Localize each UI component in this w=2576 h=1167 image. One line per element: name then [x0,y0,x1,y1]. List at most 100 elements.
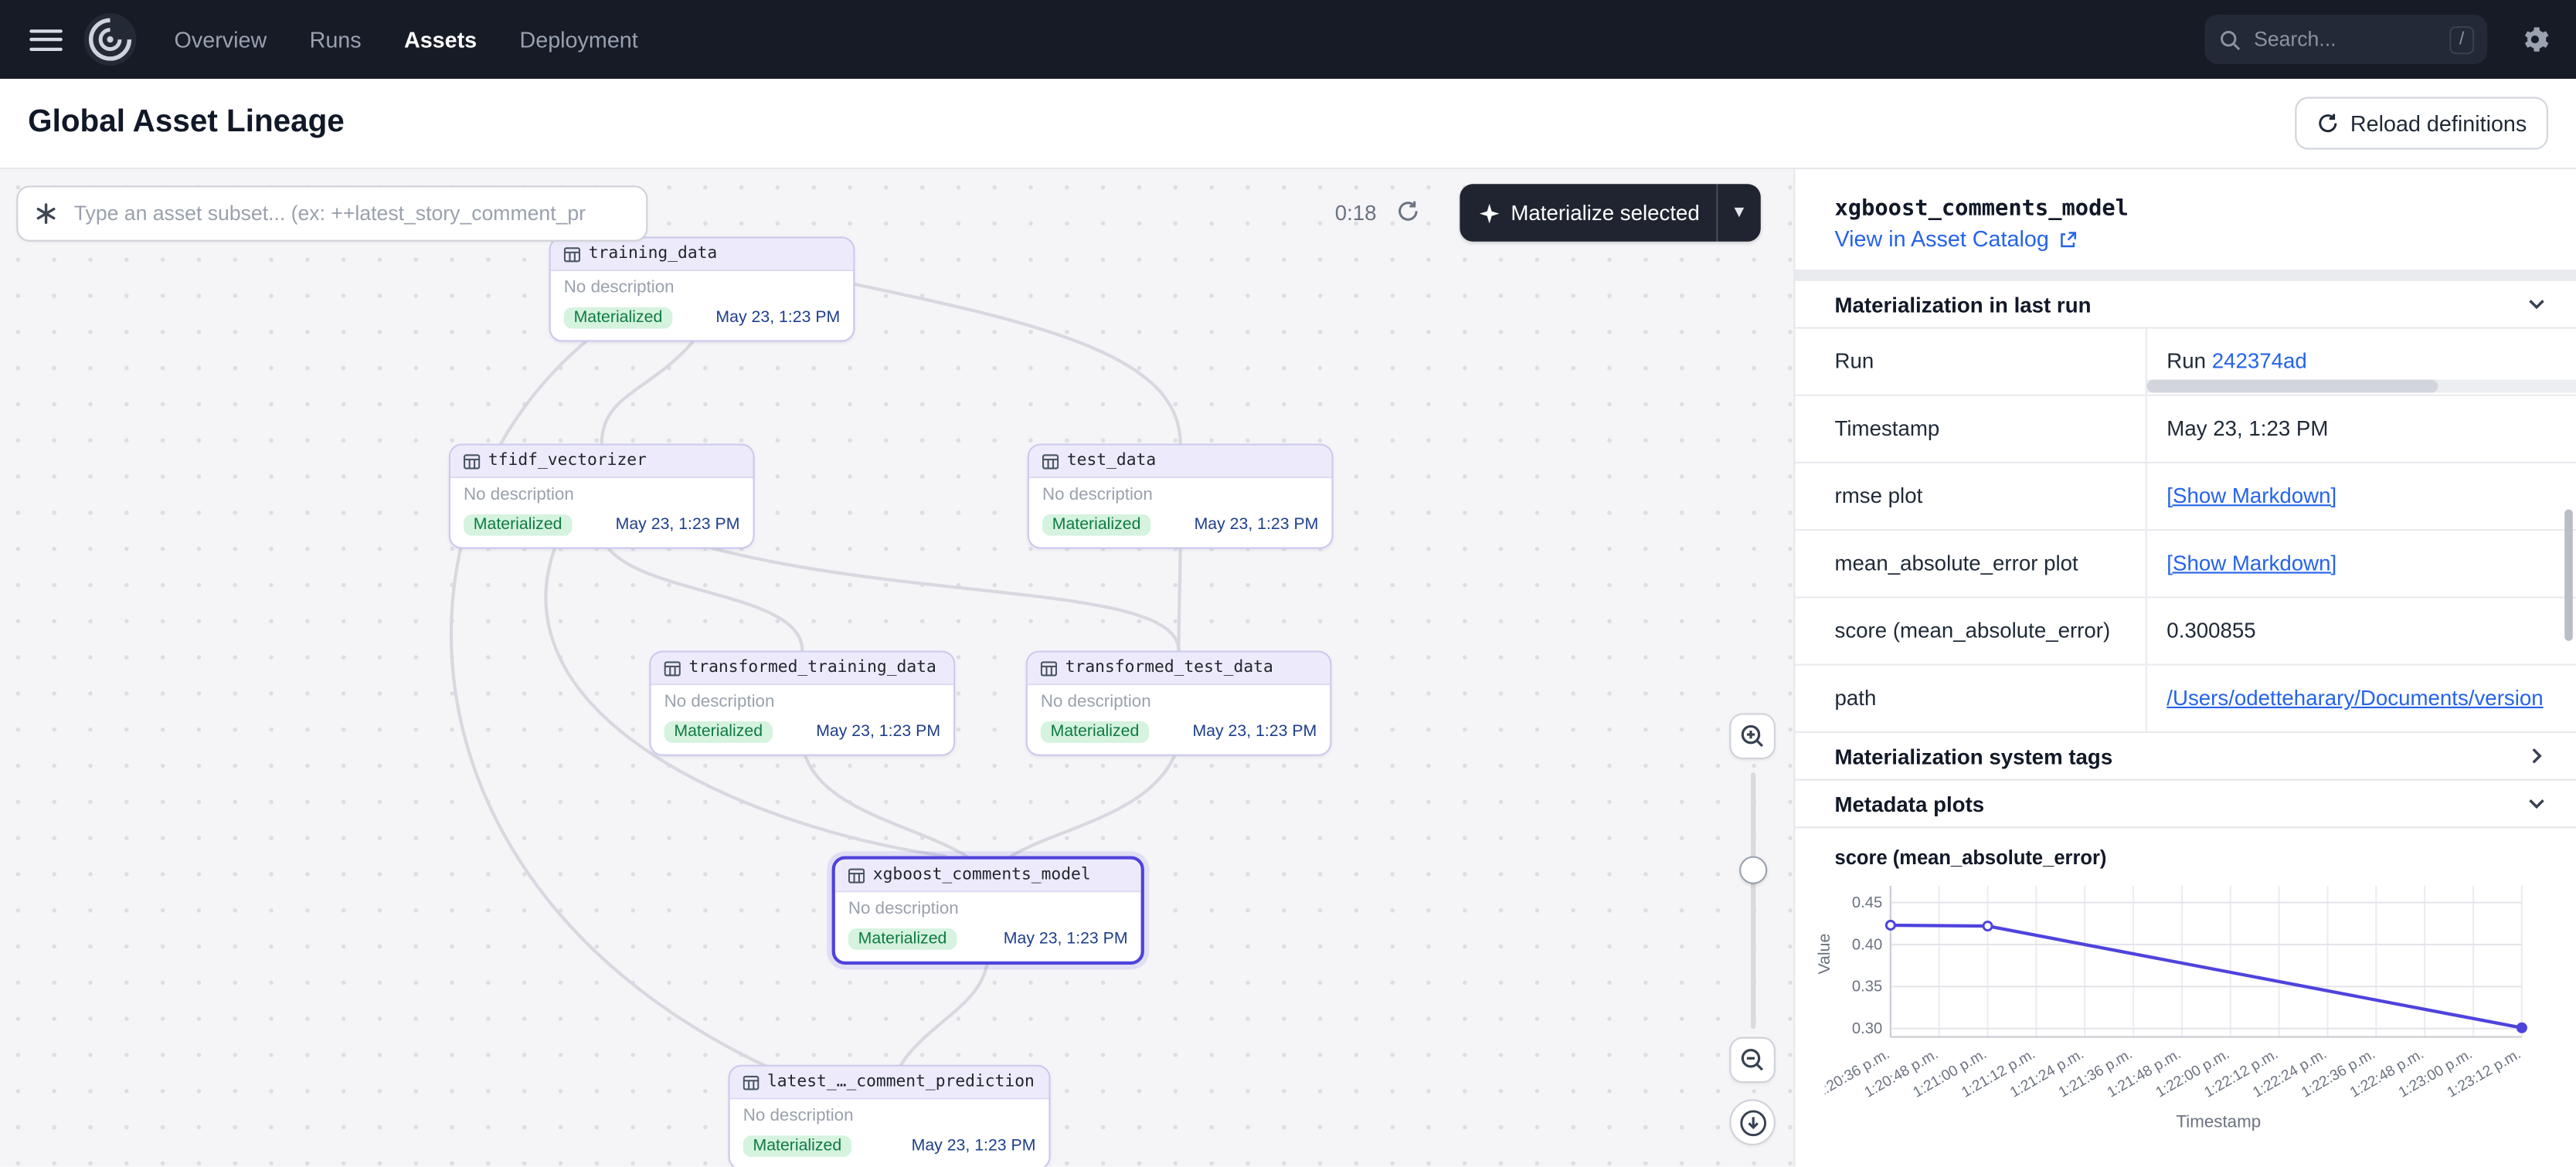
table-row: Run Run 242374ad [1795,329,2576,396]
materialized-badge: Materialized [464,514,572,536]
path-link[interactable]: /Users/odetteharary/Documents/version [2166,685,2543,710]
row-key: path [1795,666,2146,731]
asset-node-transformed-test-data[interactable]: transformed_test_data No description Mat… [1026,651,1332,756]
table-icon [743,1074,760,1090]
asset-node-test-data[interactable]: test_data No description MaterializedMay… [1028,443,1334,548]
zoom-in-icon [1739,723,1765,749]
menu-icon[interactable] [29,29,63,50]
section-materialization-system-tags[interactable]: Materialization system tags [1795,733,2576,781]
row-key: mean_absolute_error plot [1795,531,2146,596]
asset-name: tfidf_vectorizer [488,452,647,470]
zoom-slider-handle[interactable] [1739,857,1767,884]
asset-subset-input[interactable] [70,201,629,227]
refresh-icon [2316,112,2339,135]
catalog-link-label: View in Asset Catalog [1835,227,2049,252]
panel-vscrollbar[interactable] [2564,510,2573,641]
panel-scrollbar-strip[interactable] [1795,270,2576,281]
asset-name: training_data [589,245,718,263]
lineage-edge [901,953,988,1065]
section-label: Metadata plots [1835,791,1985,816]
metadata-hscrollbar[interactable] [2147,379,2576,392]
materialized-badge: Materialized [1041,721,1149,743]
table-row: score (mean_absolute_error) 0.300855 [1795,598,2576,665]
materialize-selected-label: Materialize selected [1499,201,1716,226]
materialized-timestamp: May 23, 1:23 PM [912,1137,1036,1155]
asset-description: No description [551,271,853,300]
show-markdown-link[interactable]: [Show Markdown] [2166,551,2336,575]
nav-assets[interactable]: Assets [404,27,477,52]
zoom-out-button[interactable] [1729,1037,1776,1084]
search-icon [2219,29,2241,50]
asset-node-xgboost-comments-model[interactable]: xgboost_comments_model No description Ma… [832,857,1144,965]
section-materialization-last-run[interactable]: Materialization in last run [1795,281,2576,329]
materialized-timestamp: May 23, 1:23 PM [616,516,740,534]
top-nav: Overview Runs Assets Deployment / [0,0,2576,79]
graph-refresh-icon[interactable] [1395,198,1420,223]
asset-subset-filter[interactable] [16,185,647,241]
materialized-timestamp: May 23, 1:23 PM [1195,516,1319,534]
chart-ylabel: Value [1816,934,1834,975]
lineage-edge [1011,745,1179,857]
metric-line-chart: 0.300.350.400.451:20:36 p.m.1:20:48 p.m.… [1825,873,2532,1152]
table-icon [464,453,480,469]
svg-text:0.40: 0.40 [1852,936,1882,953]
table-icon [564,246,580,262]
materialize-dropdown-caret[interactable]: ▼ [1718,204,1760,222]
lineage-edge [602,538,803,651]
dagster-logo-icon [82,12,138,67]
materialized-badge: Materialized [564,307,672,329]
metadata-hscrollbar-thumb[interactable] [2147,379,2439,392]
zoom-in-button[interactable] [1729,713,1776,759]
section-label: Materialization system tags [1835,744,2113,768]
global-search[interactable]: / [2204,15,2487,64]
sparkle-icon [1460,203,1499,223]
materialized-timestamp: May 23, 1:23 PM [715,309,840,327]
panel-asset-title: xgboost_comments_model [1835,195,2537,222]
metric-chart-wrap: Value 0.300.350.400.451:20:36 p.m.1:20:4… [1825,873,2567,1152]
recenter-graph-button[interactable] [1729,1099,1776,1145]
show-markdown-link[interactable]: [Show Markdown] [2166,483,2336,508]
table-row: path /Users/odetteharary/Documents/versi… [1795,666,2576,733]
lineage-graph[interactable]: 0:18 Materialize selected ▼ training_dat… [0,169,1793,1167]
asset-node-latest-comment-predictions[interactable]: latest_…_comment_predictions No descript… [729,1065,1051,1167]
row-key: score (mean_absolute_error) [1795,598,2146,663]
nav-overview[interactable]: Overview [175,27,267,52]
row-value: [Show Markdown] [2147,531,2576,596]
nav-runs[interactable]: Runs [310,27,362,52]
lineage-edge [802,745,967,857]
svg-text:0.45: 0.45 [1852,894,1882,911]
materialized-badge: Materialized [743,1135,851,1157]
materialize-timer: 0:18 [1335,201,1377,226]
table-icon [1041,660,1057,676]
page-title: Global Asset Lineage [28,105,345,141]
view-in-asset-catalog-link[interactable]: View in Asset Catalog [1835,227,2079,252]
chart-title: score (mean_absolute_error) [1835,846,2537,870]
settings-gear-icon[interactable] [2517,22,2554,58]
reload-definitions-button[interactable]: Reload definitions [2295,97,2548,150]
lineage-edge [674,538,1178,651]
row-key: Timestamp [1795,396,2146,462]
lineage-edge [1179,538,1181,651]
table-row: mean_absolute_error plot [Show Markdown] [1795,531,2576,598]
search-shortcut: / [2449,25,2474,53]
nav-deployment[interactable]: Deployment [519,27,637,52]
asset-node-transformed-training-data[interactable]: transformed_training_data No description… [649,651,955,756]
materialize-selected-button[interactable]: Materialize selected ▼ [1460,184,1760,241]
reload-definitions-label: Reload definitions [2350,111,2527,136]
asset-node-tfidf-vectorizer[interactable]: tfidf_vectorizer No description Material… [449,443,755,548]
zoom-slider-track[interactable] [1751,772,1755,1029]
row-value: 0.300855 [2147,598,2576,663]
row-key: rmse plot [1795,463,2146,529]
chevron-right-icon [2527,746,2547,766]
row-value: [Show Markdown] [2147,463,2576,529]
section-metadata-plots[interactable]: Metadata plots [1795,781,2576,829]
asset-node-training-data[interactable]: training_data No description Materialize… [549,236,855,341]
dagster-logo[interactable] [82,12,138,67]
table-row: rmse plot [Show Markdown] [1795,463,2576,531]
asset-name: test_data [1067,452,1156,470]
search-input[interactable] [2251,26,2440,53]
asset-description: No description [730,1099,1049,1128]
asset-name: xgboost_comments_model [873,866,1091,884]
run-link[interactable]: 242374ad [2212,348,2307,373]
asset-description: No description [1028,685,1330,714]
